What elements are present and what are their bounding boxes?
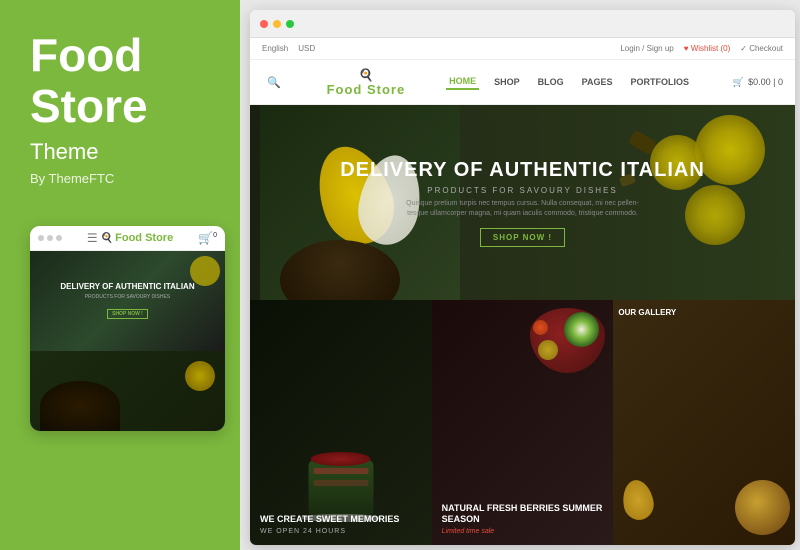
site-nav: HOME SHOP BLOG PAGES PORTFOLIOS: [446, 74, 692, 90]
nav-blog[interactable]: BLOG: [535, 75, 567, 89]
app-subtitle: Theme: [30, 139, 220, 165]
sweet-memories-card: WE CREATE SWEET MEMORIES WE OPEN 24 HOUR…: [250, 300, 432, 545]
nav-home[interactable]: HOME: [446, 74, 479, 90]
card-1-subtitle: WE OPEN 24 HOURS: [260, 528, 422, 535]
gallery-food-circle: [735, 480, 790, 535]
nav-shop[interactable]: SHOP: [491, 75, 523, 89]
mobile-hamburger-icon: ☰: [87, 231, 98, 245]
browser-close-button[interactable]: [260, 20, 268, 28]
mobile-hero-title: DELIVERY OF AUTHENTIC ITALIAN: [60, 282, 194, 292]
mobile-shop-now-button[interactable]: SHOP NOW !: [107, 309, 148, 319]
left-panel: Food Store Theme By ThemeFTC ☰ 🍳 Food St…: [0, 0, 240, 550]
card-1-title: WE CREATE SWEET MEMORIES: [260, 514, 422, 526]
card-2-title: NATURAL FRESH BERRIES SUMMER SEASON: [442, 503, 604, 526]
gallery-flower: [623, 480, 663, 540]
mobile-hero: DELIVERY OF AUTHENTIC ITALIAN PRODUCTS F…: [30, 251, 225, 351]
card-2-sale: Limited time sale: [442, 528, 604, 535]
hero-content: DELIVERY OF AUTHENTIC ITALIAN PRODUCTS F…: [250, 105, 795, 300]
language-selector[interactable]: English: [262, 44, 288, 53]
mobile-mockup: ☰ 🍳 Food Store 🛒0 DELIVERY OF AUTHENTIC …: [30, 226, 225, 431]
browser-window: English USD Login / Sign up ♥ Wishlist (…: [250, 10, 795, 545]
bottom-cards-section: WE CREATE SWEET MEMORIES WE OPEN 24 HOUR…: [250, 300, 795, 545]
sweet-memories-overlay: WE CREATE SWEET MEMORIES WE OPEN 24 HOUR…: [250, 300, 432, 545]
site-logo: 🍳 Food Store: [327, 68, 406, 97]
search-area: 🔍: [262, 76, 286, 89]
cart-total: $0.00 | 0: [748, 77, 783, 87]
app-author: By ThemeFTC: [30, 171, 220, 186]
chef-hat-icon: 🍳: [101, 233, 113, 244]
hero-description: Quisque pretium turpis nec tempus cursus…: [398, 199, 648, 220]
browser-maximize-button[interactable]: [286, 20, 294, 28]
login-link[interactable]: Login / Sign up: [620, 44, 673, 53]
nav-portfolios[interactable]: PORTFOLIOS: [627, 75, 692, 89]
gallery-flower-petal: [620, 478, 656, 523]
browser-top-bar: [250, 10, 795, 38]
mobile-bowl-icon: [40, 381, 120, 431]
browser-content: English USD Login / Sign up ♥ Wishlist (…: [250, 38, 795, 545]
app-title: Food Store: [30, 30, 220, 131]
nav-pages[interactable]: PAGES: [579, 75, 616, 89]
checkout-link[interactable]: ✓ Checkout: [740, 44, 783, 53]
site-logo-text[interactable]: Food Store: [327, 82, 406, 97]
hero-title: DELIVERY OF AUTHENTIC ITALIAN: [340, 159, 705, 182]
mobile-food-area: [30, 351, 225, 431]
mobile-dot-2: [47, 235, 53, 241]
mobile-top-bar: ☰ 🍳 Food Store 🛒0: [30, 226, 225, 251]
wishlist-link[interactable]: ♥ Wishlist (0): [684, 44, 731, 53]
search-icon[interactable]: 🔍: [267, 76, 281, 89]
mobile-lemon-icon: [185, 361, 215, 391]
mobile-logo: 🍳 Food Store: [101, 232, 174, 244]
gallery-label-area: OUR GALLERY: [618, 308, 790, 317]
mobile-cart-icon: 🛒0: [198, 231, 217, 245]
fresh-berries-card: NATURAL FRESH BERRIES SUMMER SEASON Limi…: [432, 300, 614, 545]
currency-selector[interactable]: USD: [298, 44, 315, 53]
right-panel: English USD Login / Sign up ♥ Wishlist (…: [240, 0, 800, 550]
cart-area[interactable]: 🛒 $0.00 | 0: [733, 77, 783, 88]
cart-icon: 🛒: [733, 77, 744, 88]
mobile-dot-3: [56, 235, 62, 241]
fresh-berries-overlay: NATURAL FRESH BERRIES SUMMER SEASON Limi…: [432, 300, 614, 545]
gallery-title: OUR GALLERY: [618, 308, 790, 317]
browser-minimize-button[interactable]: [273, 20, 281, 28]
hero-section: DELIVERY OF AUTHENTIC ITALIAN PRODUCTS F…: [250, 105, 795, 300]
gallery-card: OUR GALLERY: [613, 300, 795, 545]
site-chef-hat-icon: 🍳: [358, 68, 373, 82]
mobile-header: ☰ 🍳 Food Store: [87, 231, 173, 245]
hero-shop-now-button[interactable]: SHOP NOW !: [480, 228, 565, 247]
mobile-hero-text: DELIVERY OF AUTHENTIC ITALIAN PRODUCTS F…: [55, 277, 199, 325]
utility-bar: English USD Login / Sign up ♥ Wishlist (…: [250, 38, 795, 60]
site-header: 🔍 🍳 Food Store HOME SHOP BLOG PAGES PORT…: [250, 60, 795, 105]
utility-left: English USD: [262, 44, 315, 53]
utility-right: Login / Sign up ♥ Wishlist (0) ✓ Checkou…: [620, 44, 783, 53]
hero-subtitle: PRODUCTS FOR SAVOURY DISHES: [427, 186, 617, 195]
mobile-dot-1: [38, 235, 44, 241]
mobile-hero-subtitle: PRODUCTS FOR SAVOURY DISHES: [60, 294, 194, 300]
mobile-dots: [38, 235, 62, 241]
